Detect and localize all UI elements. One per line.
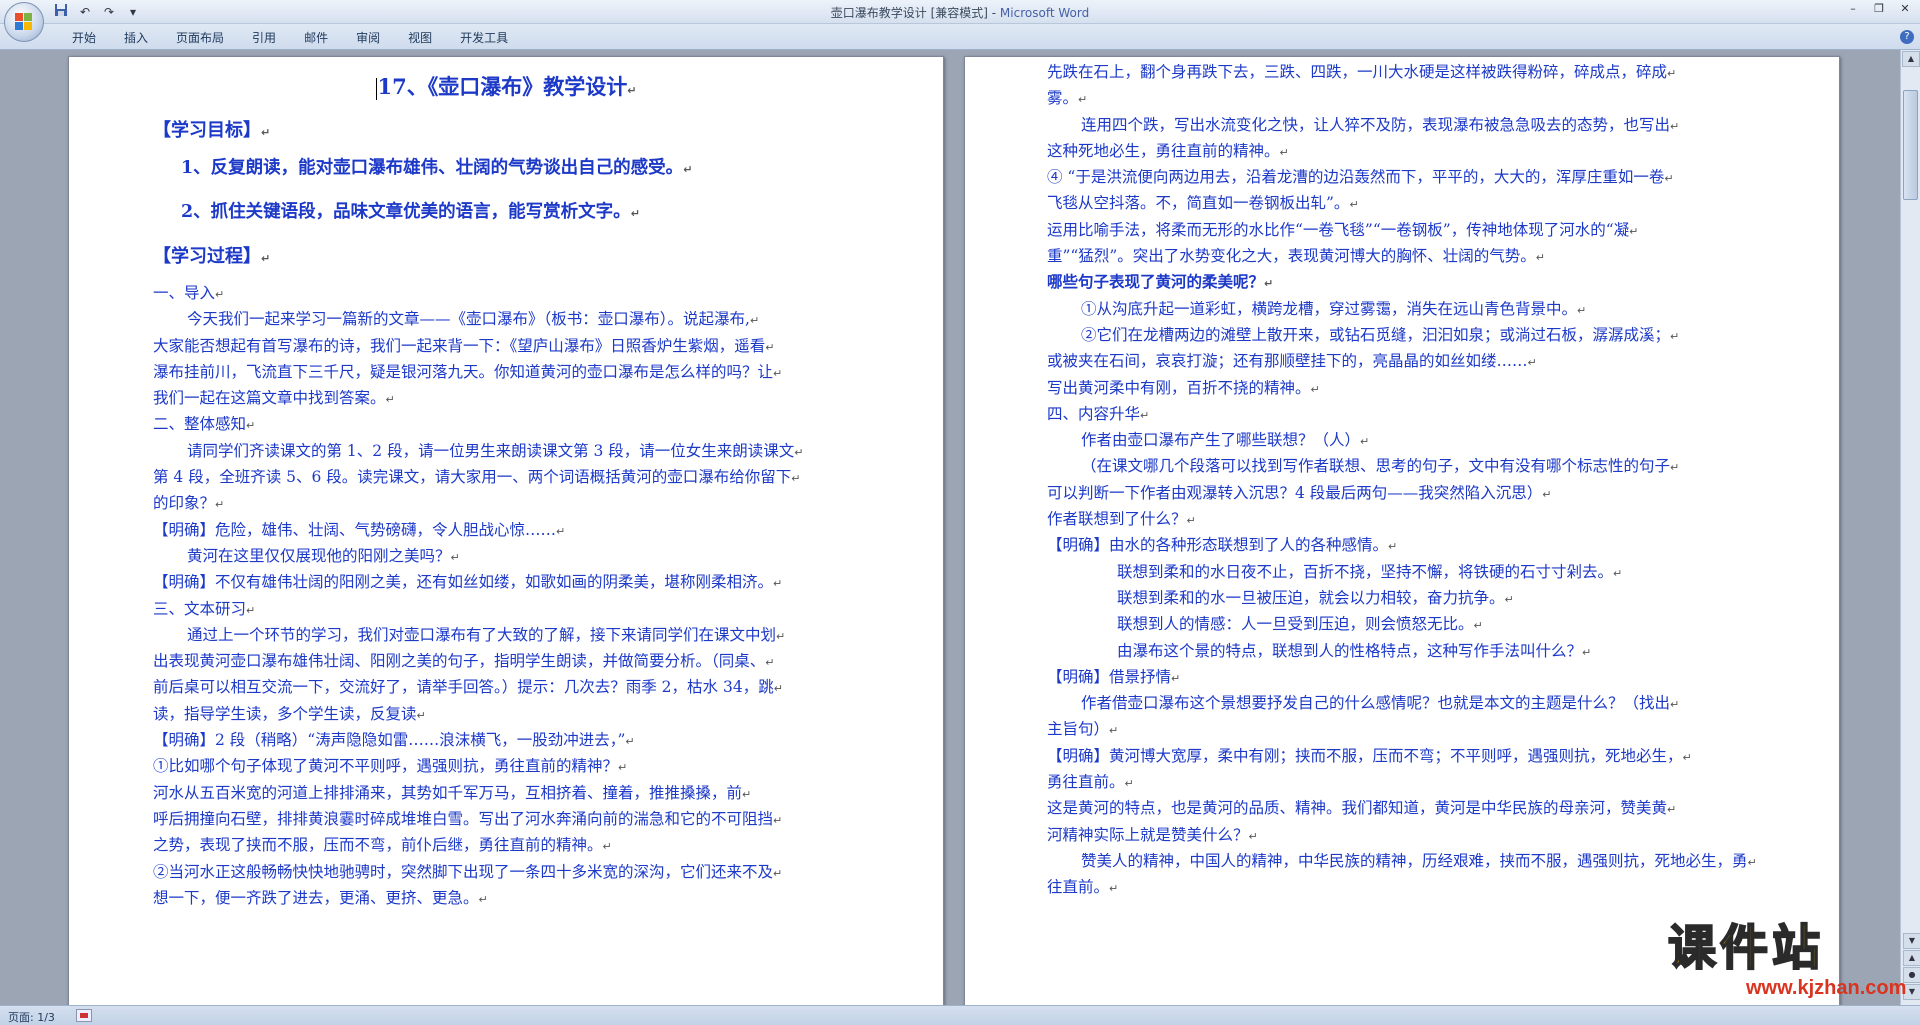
text-line: 这种死地必生，勇往直前的精神。↵	[1047, 141, 1289, 160]
text-line: 【明确】借景抒情↵	[1047, 667, 1181, 686]
tab-references[interactable]: 引用	[238, 30, 290, 46]
text-line: 作者借壶口瀑布这个景想要抒发自己的什么感情呢？也就是本文的主题是什么？（找出↵	[1081, 694, 1680, 713]
tab-view[interactable]: 视图	[394, 30, 446, 46]
document-page-2[interactable]: 先跌在石上，翻个身再跌下去，三跌、四跌，一川大水硬是这样被跌得粉碎，碎成点，碎成…	[964, 56, 1840, 1005]
office-button[interactable]	[4, 2, 44, 42]
text-line: 三、文本研习↵	[153, 599, 256, 618]
text-line: 可以判断一下作者由观瀑转入沉思？4 段最后两句——我突然陷入沉思）↵	[1047, 483, 1552, 502]
tab-developer[interactable]: 开发工具	[446, 30, 522, 46]
title-bar: ↶ ↷ ▾ 壶口瀑布教学设计 [兼容模式] - Microsoft Word –…	[0, 0, 1920, 42]
text-line: 往直前。↵	[1047, 878, 1119, 897]
text-line: ①比如哪个句子体现了黄河不平则呼，遇强则抗，勇往直前的精神？↵	[153, 757, 628, 776]
page-1-body: 一、导入↵ 今天我们一起来学习一篇新的文章——《壶口瀑布》（板书：壶口瀑布）。说起…	[153, 281, 859, 912]
text-line: 四、内容升华↵	[1047, 404, 1150, 423]
office-logo-icon	[15, 13, 33, 31]
status-page-number[interactable]: 页面: 1/3	[8, 1009, 55, 1025]
text-line: 河水从五百米宽的河道上排排涌来，其势如千军万马，互相挤着、撞着，推推搡搡，前↵	[153, 783, 752, 802]
document-area[interactable]: 17、《壶口瀑布》教学设计↵ 【学习目标】↵ 1、反复朗读，能对壶口瀑布雄伟、壮…	[0, 50, 1900, 1005]
text-line: 赞美人的精神，中国人的精神，中华民族的精神，历经艰难，挟而不服，遇强则抗，死地必…	[1081, 851, 1757, 870]
text-line: 雾。↵	[1047, 89, 1088, 108]
text-line: 哪些句子表现了黄河的柔美呢？↵	[1047, 272, 1274, 292]
tab-insert[interactable]: 插入	[110, 30, 162, 46]
window-title: 壶口瀑布教学设计 [兼容模式] - Microsoft Word	[830, 6, 1090, 20]
text-line: 的印象？↵	[153, 494, 225, 513]
text-line: 大家能否想起有首写瀑布的诗，我们一起来背一下：《望庐山瀑布》日照香炉生紫烟，遥看…	[153, 336, 775, 355]
text-line: 【明确】黄河博大宽厚，柔中有刚；挟而不服，压而不弯；不平则呼，遇强则抗，死地必生…	[1047, 746, 1692, 765]
document-page-1[interactable]: 17、《壶口瀑布》教学设计↵ 【学习目标】↵ 1、反复朗读，能对壶口瀑布雄伟、壮…	[68, 56, 944, 1005]
text-line: 飞毯从空抖落。不，简直如一卷钢板出轧”。↵	[1047, 194, 1359, 213]
window-controls: – ❐ ✕	[1840, 0, 1918, 20]
text-line: ④ “于是洪流便向两边用去，沿着龙漕的边沿轰然而下，平平的，大大的，浑厚庄重如一…	[1047, 168, 1674, 187]
text-line: 主旨句）↵	[1047, 720, 1119, 739]
status-bar: 页面: 1/3	[0, 1005, 1920, 1025]
minimize-button[interactable]: –	[1840, 0, 1866, 20]
text-line: 前后桌可以相互交流一下，交流好了，请举手回答。）提示：几次去？雨季 2，枯水 3…	[153, 678, 783, 697]
section-heading-process: 【学习过程】↵	[153, 246, 271, 267]
help-icon[interactable]: ?	[1900, 30, 1914, 44]
text-line: （在课文哪几个段落可以找到写作者联想、思考的句子，文中有没有哪个标志性的句子↵	[1081, 457, 1680, 476]
text-line: 二、整体感知↵	[153, 415, 256, 434]
text-line: 今天我们一起来学习一篇新的文章——《壶口瀑布》（板书：壶口瀑布）。说起瀑布,↵	[187, 310, 760, 329]
text-line: 先跌在石上，翻个身再跌下去，三跌、四跌，一川大水硬是这样被跌得粉碎，碎成点，碎成…	[1047, 63, 1677, 81]
text-line: 联想到柔和的水日夜不止，百折不挠，坚持不懈，将铁硬的石寸寸剁去。↵	[1117, 562, 1623, 581]
text-line: 或被夹在石间，哀哀打漩；还有那顺壁挂下的，亮晶晶的如丝如缕……↵	[1047, 352, 1537, 371]
text-line: 重”“猛烈”。突出了水势变化之大，表现黄河博大的胸怀、壮阔的气势。↵	[1047, 247, 1545, 266]
page-2-body: 先跌在石上，翻个身再跌下去，三跌、四跌，一川大水硬是这样被跌得粉碎，碎成点，碎成…	[1047, 60, 1759, 902]
text-line: 作者由壶口瀑布产生了哪些联想？（人）↵	[1081, 431, 1370, 450]
text-line: 之势，表现了挟而不服，压而不弯，前仆后继，勇往直前的精神。↵	[153, 836, 612, 855]
text-line: 读，指导学生读，多个学生读，反复读↵	[153, 704, 426, 723]
text-line: 河精神实际上就是赞美什么？↵	[1047, 825, 1258, 844]
text-line: 想一下，便一齐跌了进去，更涌、更挤、更急。↵	[153, 888, 488, 907]
macro-record-icon[interactable]	[76, 1009, 92, 1022]
text-line: 【明确】危险，雄伟、壮阔、气势磅礴，令人胆战心惊……↵	[153, 520, 566, 539]
text-line: 第 4 段，全班齐读 5、6 段。读完课文，请大家用一、两个词语概括黄河的壶口瀑…	[153, 468, 801, 487]
tab-home[interactable]: 开始	[58, 30, 110, 46]
scroll-up-arrow-icon[interactable]: ▲	[1902, 51, 1920, 67]
section-heading-goal: 【学习目标】↵	[153, 120, 271, 141]
text-line: 联想到柔和的水一旦被压迫，就会以力相较，奋力抗争。↵	[1117, 588, 1514, 607]
text-line: 一、导入↵	[153, 284, 225, 302]
text-line: 联想到人的情感：人一旦受到压迫，则会愤怒无比。↵	[1117, 615, 1483, 634]
text-line: 勇往直前。↵	[1047, 773, 1134, 792]
text-line: 黄河在这里仅仅展现他的阳刚之美吗？↵	[187, 546, 460, 565]
text-line: 这是黄河的特点，也是黄河的品质、精神。我们都知道，黄河是中华民族的母亲河，赞美黄…	[1047, 799, 1677, 818]
text-line: 请同学们齐读课文的第 1、2 段，请一位男生来朗读课文第 3 段，请一位女生来朗…	[187, 441, 804, 460]
goal-item: 2、抓住关键语段，品味文章优美的语言，能写赏析文字。↵	[181, 202, 640, 222]
text-line: 我们一起在这篇文章中找到答案。↵	[153, 389, 395, 408]
maximize-button[interactable]: ❐	[1866, 0, 1892, 20]
text-line: ②当河水正这般畅畅快快地驰骋时，突然脚下出现了一条四十多米宽的深沟，它们还来不及…	[153, 862, 783, 881]
text-cursor	[375, 77, 377, 100]
text-line: ①从沟底升起一道彩虹，横跨龙槽，穿过雾霭，消失在远山青色背景中。↵	[1081, 299, 1587, 318]
tab-review[interactable]: 审阅	[342, 30, 394, 46]
text-line: 连用四个跌，写出水流变化之快，让人猝不及防，表现瀑布被急急吸去的态势，也写出↵	[1081, 115, 1680, 134]
document-title: 17、《壶口瀑布》教学设计↵	[375, 74, 637, 100]
text-line: ②它们在龙槽两边的滩壁上散开来，或钻石觅缝，汩汩如泉；或淌过石板，潺潺成溪；↵	[1081, 325, 1680, 344]
text-line: 【明确】2 段（稍略）“涛声隐隐如雷……浪沫横飞，一股劲冲进去，”↵	[153, 731, 635, 750]
goal-item: 1、反复朗读，能对壶口瀑布雄伟、壮阔的气势谈出自己的感受。↵	[181, 158, 693, 178]
watermark-url: www.kjzhan.com	[1746, 977, 1907, 999]
text-line: 【明确】不仅有雄伟壮阔的阳刚之美，还有如丝如缕，如歌如画的阴柔美，堪称刚柔相济。…	[153, 573, 783, 592]
ribbon-tab-bar: 开始 插入 页面布局 引用 邮件 审阅 视图 开发工具 ?	[0, 24, 1920, 50]
site-watermark-logo: 课件站 www.kjzhan.com	[1667, 919, 1920, 1005]
text-line: 由瀑布这个景的特点，联想到人的性格特点，这种写作手法叫什么？↵	[1117, 641, 1592, 660]
text-line: 【明确】由水的各种形态联想到了人的各种感情。↵	[1047, 536, 1398, 555]
text-line: 瀑布挂前川，飞流直下三千尺，疑是银河落九天。你知道黄河的壶口瀑布是怎么样的吗？让…	[153, 362, 783, 381]
text-line: 呼后拥撞向石壁，排排黄浪霎时碎成堆堆白雪。写出了河水奔涌向前的湍急和它的不可阻挡…	[153, 809, 783, 828]
text-line: 作者联想到了什么？↵	[1047, 510, 1196, 529]
scroll-thumb[interactable]	[1903, 90, 1918, 200]
text-line: 写出黄河柔中有刚，百折不挠的精神。↵	[1047, 378, 1320, 397]
tab-mailings[interactable]: 邮件	[290, 30, 342, 46]
close-button[interactable]: ✕	[1892, 0, 1918, 20]
text-line: 运用比喻手法，将柔而无形的水比作“一卷飞毯”“一卷钢板”，传神地体现了河水的“凝…	[1047, 220, 1639, 239]
tab-page-layout[interactable]: 页面布局	[162, 30, 238, 46]
watermark-text: 课件站	[1667, 919, 1825, 977]
text-line: 出表现黄河壶口瀑布雄伟壮阔、阳刚之美的句子，指明学生朗读，并做简要分析。（同桌、…	[153, 652, 775, 671]
vertical-scrollbar[interactable]: ▲ ▼ ▲ ● ▼	[1900, 50, 1920, 1005]
text-line: 通过上一个环节的学习，我们对壶口瀑布有了大致的了解，接下来请同学们在课文中划↵	[187, 625, 786, 644]
